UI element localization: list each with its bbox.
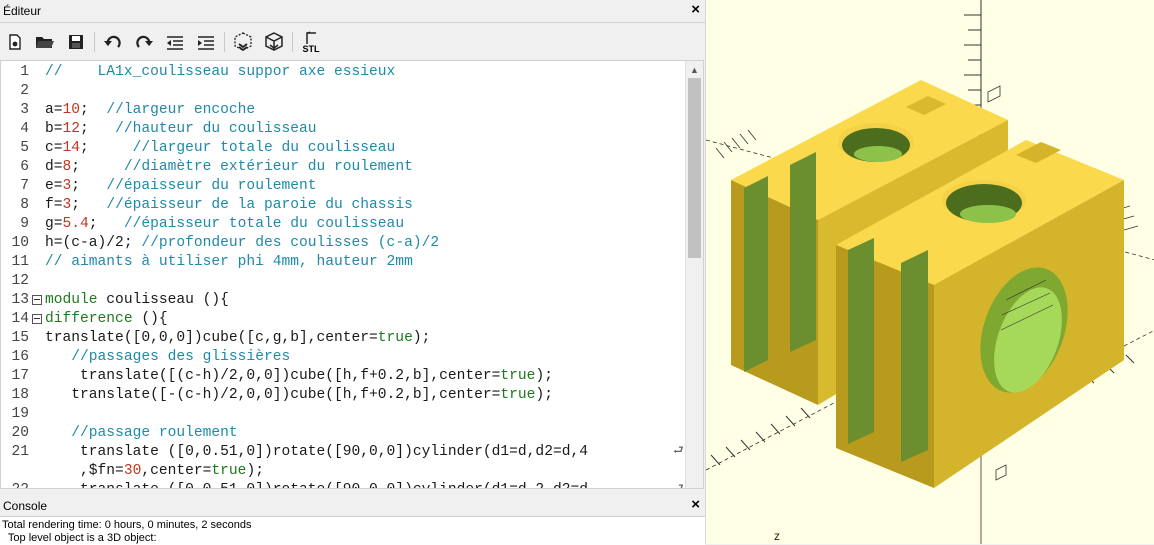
toolbar-separator — [94, 32, 95, 52]
editor-panel: Éditeur × STL 1 2 3 4 5 6 7 8 9 10 11 12… — [0, 0, 705, 495]
line-number: 19 — [11, 406, 29, 422]
editor-close-button[interactable]: × — [691, 1, 700, 19]
line-number: 22 — [11, 481, 29, 488]
render-icon[interactable] — [261, 30, 287, 54]
line-number: 17 — [11, 368, 29, 384]
line-number: 6 — [20, 159, 29, 175]
line-number: 7 — [20, 178, 29, 194]
line-number-gutter: 12345678910111213141516171819202122 — [1, 61, 45, 488]
code-line[interactable]: ,$fn=30,center=true); — [45, 462, 264, 481]
console-output: Total rendering time: 0 hours, 0 minutes… — [0, 516, 705, 545]
editor-vertical-scrollbar[interactable]: ▲ — [685, 61, 703, 488]
line-number: 16 — [11, 349, 29, 365]
code-line[interactable]: translate([(c-h)/2,0,0])cube([h,f+0.2,b]… — [45, 367, 553, 386]
fold-toggle-icon[interactable] — [32, 295, 42, 305]
line-number: 4 — [20, 121, 29, 137]
unindent-icon[interactable] — [162, 30, 188, 54]
z-axis-label: z — [774, 529, 780, 543]
line-number: 18 — [11, 387, 29, 403]
line-number: 10 — [11, 235, 29, 251]
line-number: 3 — [20, 102, 29, 118]
code-line[interactable]: a=10; //largeur encoche — [45, 101, 255, 120]
code-line[interactable]: //passage roulement — [45, 424, 237, 443]
code-line[interactable]: translate([-(c-h)/2,0,0])cube([h,f+0.2,b… — [45, 386, 553, 405]
console-line: Total rendering time: 0 hours, 0 minutes… — [2, 519, 252, 531]
3d-viewport[interactable]: z — [705, 0, 1154, 544]
console-titlebar: Console × — [0, 495, 705, 518]
open-file-icon[interactable] — [32, 30, 58, 54]
line-number: 21 — [11, 444, 29, 460]
code-line[interactable]: difference (){ — [45, 310, 168, 329]
code-line[interactable]: d=8; //diamètre extérieur du roulement — [45, 158, 413, 177]
save-icon[interactable] — [63, 30, 89, 54]
indent-icon[interactable] — [193, 30, 219, 54]
toolbar-separator — [292, 32, 293, 52]
code-line[interactable]: e=3; //épaisseur du roulement — [45, 177, 317, 196]
scrollbar-thumb[interactable] — [688, 78, 701, 258]
line-number: 20 — [11, 425, 29, 441]
fold-toggle-icon[interactable] — [32, 314, 42, 324]
new-file-icon[interactable] — [2, 30, 28, 54]
console-close-button[interactable]: × — [691, 496, 700, 514]
code-line[interactable]: //passages des glissières — [45, 348, 290, 367]
code-line[interactable]: c=14; //largeur totale du coulisseau — [45, 139, 395, 158]
code-line[interactable]: // LA1x_coulisseau suppor axe essieux — [45, 63, 395, 82]
console-title: Console — [3, 499, 48, 513]
redo-icon[interactable] — [131, 30, 157, 54]
code-line[interactable]: module coulisseau (){ — [45, 291, 229, 310]
export-stl-label: STL — [302, 43, 320, 54]
code-line[interactable]: h=(c-a)/2; //profondeur des coulisses (c… — [45, 234, 439, 253]
line-number: 13 — [11, 292, 29, 308]
preview-icon[interactable] — [230, 30, 256, 54]
3d-render: z — [706, 0, 1154, 544]
line-number: 11 — [11, 254, 29, 270]
export-stl-button[interactable]: STL — [298, 30, 324, 54]
code-line[interactable]: g=5.4; //épaisseur totale du coulisseau — [45, 215, 404, 234]
toolbar-separator — [224, 32, 225, 52]
line-number: 1 — [20, 64, 29, 80]
line-number: 14 — [11, 311, 29, 327]
line-wrap-icon: ⮐ — [673, 481, 684, 489]
line-number: 9 — [20, 216, 29, 232]
console-panel: Console × Total rendering time: 0 hours,… — [0, 495, 705, 545]
line-number: 5 — [20, 140, 29, 156]
code-line[interactable]: f=3; //épaisseur de la paroie du chassis — [45, 196, 413, 215]
editor-toolbar: STL — [0, 28, 705, 56]
code-line[interactable]: translate ([0,0.51,0])rotate([90,0,0])cy… — [45, 481, 588, 488]
code-line[interactable]: translate ([0,0.51,0])rotate([90,0,0])cy… — [45, 443, 588, 462]
code-editor[interactable]: 12345678910111213141516171819202122 // L… — [0, 60, 704, 489]
line-number: 8 — [20, 197, 29, 213]
line-number: 15 — [11, 330, 29, 346]
editor-titlebar: Éditeur × — [0, 0, 705, 23]
code-line[interactable]: b=12; //hauteur du coulisseau — [45, 120, 317, 139]
export-stl-icon — [306, 31, 316, 44]
editor-title: Éditeur — [3, 4, 42, 18]
scroll-up-icon[interactable]: ▲ — [686, 61, 703, 78]
line-number: 12 — [11, 273, 29, 289]
line-number: 2 — [20, 83, 29, 99]
code-line[interactable]: translate([0,0,0])cube([c,g,b],center=tr… — [45, 329, 430, 348]
console-line: Top level object is a 3D object: — [2, 532, 157, 544]
undo-icon[interactable] — [100, 30, 126, 54]
code-line[interactable]: // aimants à utiliser phi 4mm, hauteur 2… — [45, 253, 413, 272]
line-wrap-icon: ⮐ — [673, 443, 684, 457]
